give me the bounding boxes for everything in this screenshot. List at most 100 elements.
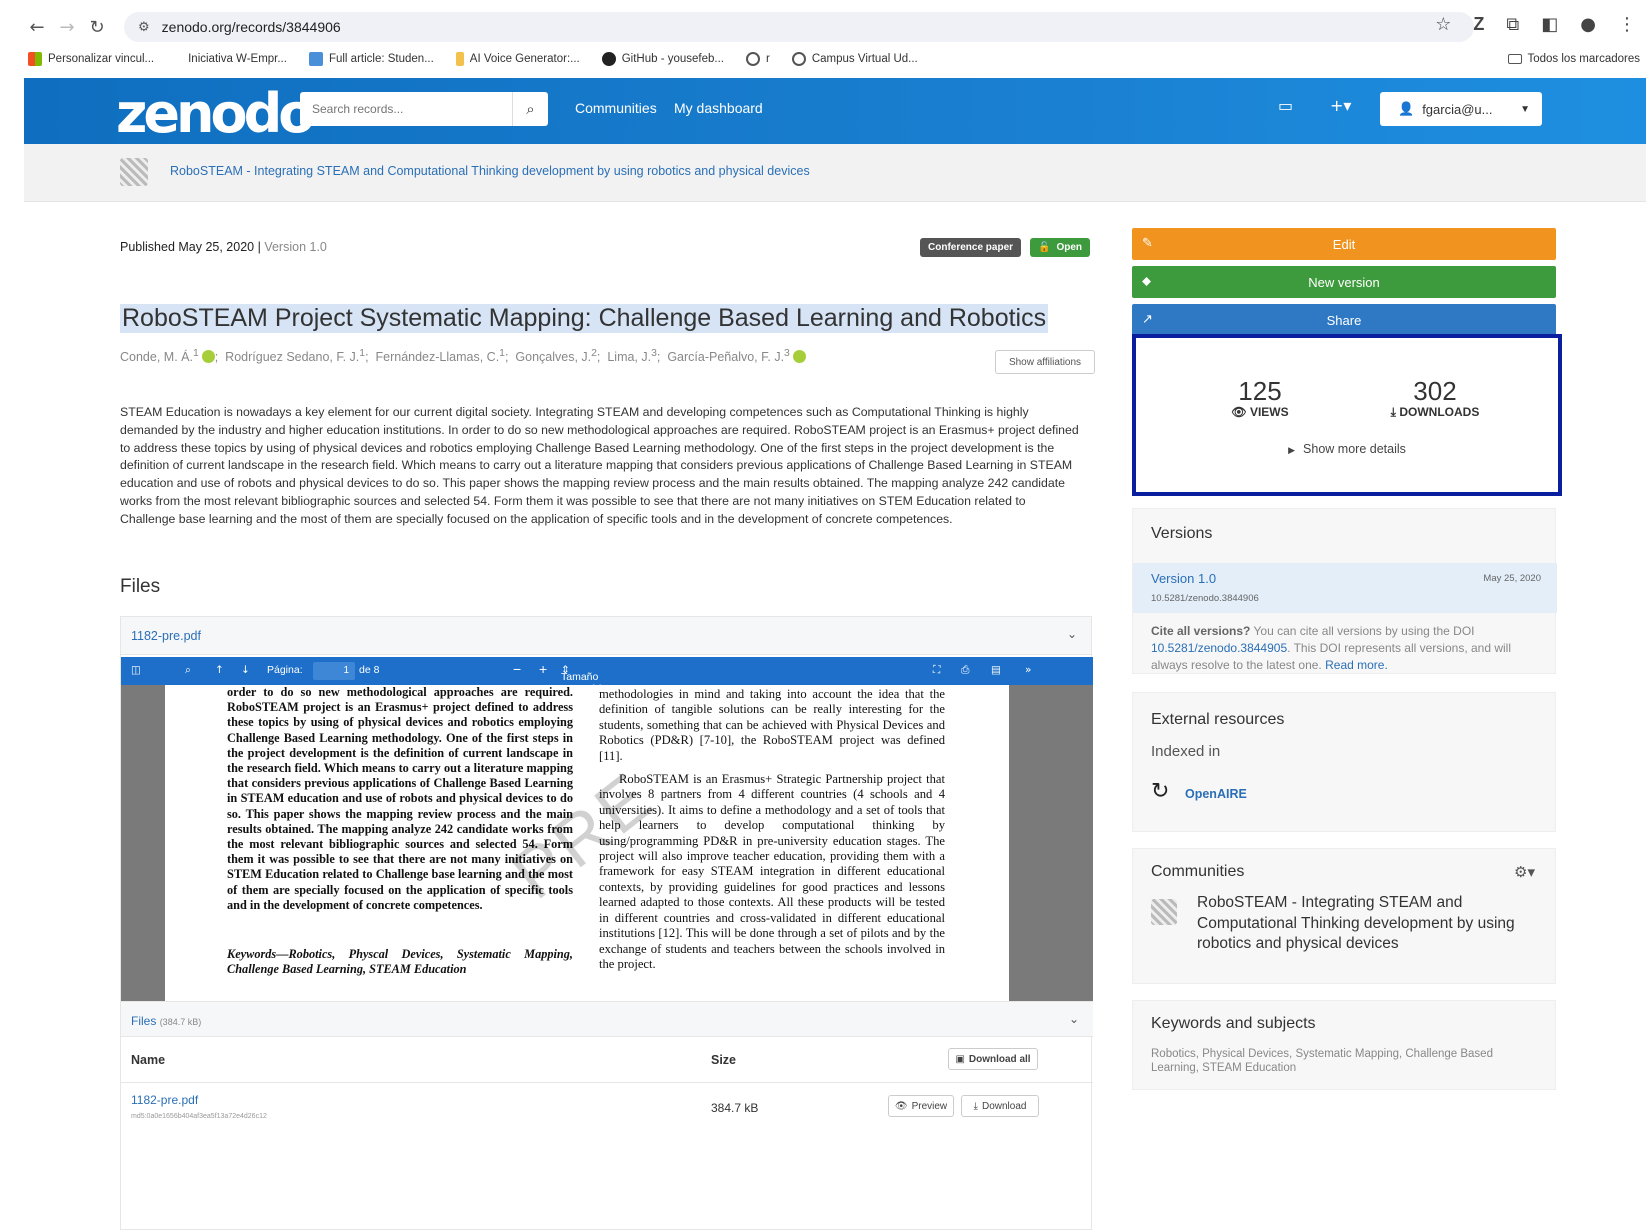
sidebar-toggle-icon[interactable]: ◫ [131, 664, 141, 676]
version-item[interactable]: Version 1.0 10.5281/zenodo.3844906 May 2… [1133, 563, 1557, 613]
orcid-icon[interactable] [201, 350, 215, 364]
edit-button[interactable]: ✎ Edit [1132, 228, 1556, 260]
share-button[interactable]: ↗ Share [1132, 304, 1556, 336]
all-bookmarks[interactable]: Todos los marcadores [1507, 48, 1640, 70]
globe-icon [791, 52, 806, 66]
bookmark-item[interactable]: Personalizar vincul... [28, 52, 154, 66]
downloads-label: ⤓ DOWNLOADS [1390, 405, 1480, 419]
files-heading: Files [120, 576, 161, 597]
lock-open-icon: 🔓 [1038, 242, 1051, 253]
version-doi: 10.5281/zenodo.3844906 [1151, 593, 1259, 604]
edit-icon: ✎ [1142, 236, 1153, 251]
communities-heading: Communities [1151, 863, 1245, 880]
bookmark-item[interactable]: GitHub - yousefeb... [601, 52, 724, 66]
download-button[interactable]: ⤓ Download [961, 1095, 1039, 1117]
nav-communities[interactable]: Communities [575, 100, 657, 116]
zoom-out-icon[interactable]: − [513, 661, 521, 677]
site-settings-icon[interactable]: ⚙ [138, 20, 150, 35]
site-header: zenodo ⌕ Communities My dashboard ▭ +▾ 👤… [24, 78, 1646, 145]
zenodo-logo[interactable]: zenodo [116, 82, 315, 145]
author-link[interactable]: Conde, M. Á.1 [120, 348, 215, 364]
user-icon: 👤 [1398, 101, 1415, 117]
zoom-select[interactable]: Tamaño automático ⇕ [561, 664, 612, 695]
zoom-in-icon[interactable]: + [539, 661, 547, 677]
prev-page-icon[interactable]: ↑ [215, 664, 224, 676]
back-icon[interactable]: ← [22, 17, 52, 38]
download-icon: ⤓ [973, 1100, 978, 1112]
version-link[interactable]: Version 1.0 [1151, 571, 1216, 586]
pdf-page: order to do so new methodological approa… [165, 685, 1009, 1001]
author-link[interactable]: Lima, J.3 [607, 348, 657, 364]
community-header: RoboSTEAM - Integrating STEAM and Comput… [24, 144, 1646, 202]
next-page-icon[interactable]: ↓ [241, 664, 250, 676]
save-icon[interactable]: ▤ [991, 664, 1001, 676]
preview-filename[interactable]: 1182-pre.pdf [131, 629, 201, 643]
chevron-down-icon: ▼ [1520, 103, 1530, 115]
bookmark-item[interactable]: r [746, 52, 770, 66]
orcid-icon[interactable] [792, 350, 806, 364]
versions-card: Versions Version 1.0 10.5281/zenodo.3844… [1132, 508, 1557, 674]
user-menu[interactable]: 👤 fgarcia@u... ▼ [1380, 92, 1542, 126]
new-version-button[interactable]: ⬥ New version [1132, 266, 1556, 298]
search-icon[interactable]: ⌕ [512, 92, 548, 126]
page-label: Página: [267, 664, 303, 676]
fullscreen-icon[interactable]: ⛶ [933, 664, 940, 677]
forward-icon[interactable]: → [52, 17, 82, 38]
menu-icon[interactable]: ⋮ [1618, 14, 1636, 35]
files-list-label: Files (384.7 kB) [131, 1014, 202, 1028]
chevron-down-icon[interactable]: ⌄ [1067, 627, 1077, 641]
file-size: 384.7 kB [711, 1101, 759, 1115]
sidepanel-icon[interactable]: ◧ [1541, 14, 1558, 35]
stats-panel: 125 👁 VIEWS 302 ⤓ DOWNLOADS ▶ Show more d… [1132, 334, 1562, 496]
zotero-icon[interactable]: Z [1473, 14, 1484, 35]
preview-button[interactable]: 👁 Preview [888, 1095, 954, 1117]
download-all-button[interactable]: ▣ Download all [948, 1048, 1038, 1070]
reload-icon[interactable]: ↻ [82, 17, 112, 38]
downloads-count: 302 [1413, 376, 1457, 406]
files-list-header[interactable]: Files (384.7 kB) ⌄ [121, 1001, 1093, 1037]
bookmark-item[interactable]: Campus Virtual Ud... [791, 52, 918, 66]
author-link[interactable]: García-Peñalvo, F. J.3 [667, 348, 806, 364]
external-resources-card: External resources Indexed in ↻ OpenAIRE [1132, 692, 1556, 832]
bookmark-item[interactable]: Full article: Studen... [308, 52, 434, 66]
extensions-icon[interactable]: ⧉ [1506, 14, 1519, 35]
author-link[interactable]: Rodríguez Sedano, F. J.1 [225, 348, 365, 364]
gear-icon[interactable]: ⚙▾ [1514, 863, 1535, 881]
preview-header[interactable]: 1182-pre.pdf ⌄ [121, 617, 1091, 655]
read-more-link[interactable]: Read more. [1325, 658, 1388, 672]
file-link[interactable]: 1182-pre.pdf [131, 1093, 198, 1107]
profile-icon[interactable]: ● [1580, 14, 1596, 35]
bookmark-item[interactable]: AI Voice Generator:... [455, 52, 580, 66]
author-link[interactable]: Gonçalves, J.2 [515, 348, 597, 364]
bookmark-favicon-icon [28, 52, 42, 66]
community-link[interactable]: RoboSTEAM - Integrating STEAM and Comput… [170, 164, 810, 178]
views-stat: 125 👁 VIEWS [1218, 376, 1302, 419]
archive-icon: ▣ [955, 1053, 965, 1065]
star-icon[interactable]: ☆ [1435, 14, 1451, 35]
bookmark-favicon-icon [308, 52, 323, 66]
plus-icon[interactable]: +▾ [1330, 96, 1351, 115]
pdf-viewer[interactable]: order to do so new methodological approa… [121, 685, 1093, 1001]
bookmark-item[interactable]: Iniciativa W-Empr... [188, 53, 287, 65]
url-bar[interactable]: ⚙ zenodo.org/records/3844906 [124, 12, 1474, 42]
inbox-icon[interactable]: ▭ [1278, 96, 1293, 115]
openaire-link[interactable]: OpenAIRE [1185, 787, 1247, 801]
nav-dashboard[interactable]: My dashboard [674, 100, 763, 116]
page-number-input[interactable]: 1 [313, 662, 355, 680]
show-affiliations-button[interactable]: Show affiliations [995, 350, 1095, 374]
community-item[interactable]: RoboSTEAM - Integrating STEAM and Comput… [1197, 893, 1537, 955]
bookmark-favicon-icon [455, 52, 464, 66]
community-logo [120, 158, 148, 186]
resource-type-badge: Conference paper [920, 238, 1022, 257]
keywords-heading: Keywords and subjects [1151, 1015, 1316, 1032]
tools-menu-icon[interactable]: » [1025, 664, 1031, 676]
globe-icon [746, 52, 761, 66]
communities-card: Communities ⚙▾ RoboSTEAM - Integrating S… [1132, 848, 1556, 984]
concept-doi-link[interactable]: 10.5281/zenodo.3844905 [1151, 641, 1287, 655]
print-icon[interactable]: ⎙ [961, 664, 969, 677]
chevron-down-icon[interactable]: ⌄ [1069, 1012, 1079, 1026]
show-more-details-link[interactable]: ▶ Show more details [1136, 442, 1558, 456]
author-link[interactable]: Fernández-Llamas, C.1 [376, 348, 505, 364]
find-icon[interactable]: ⌕ [185, 664, 191, 677]
search-input[interactable] [300, 92, 512, 126]
